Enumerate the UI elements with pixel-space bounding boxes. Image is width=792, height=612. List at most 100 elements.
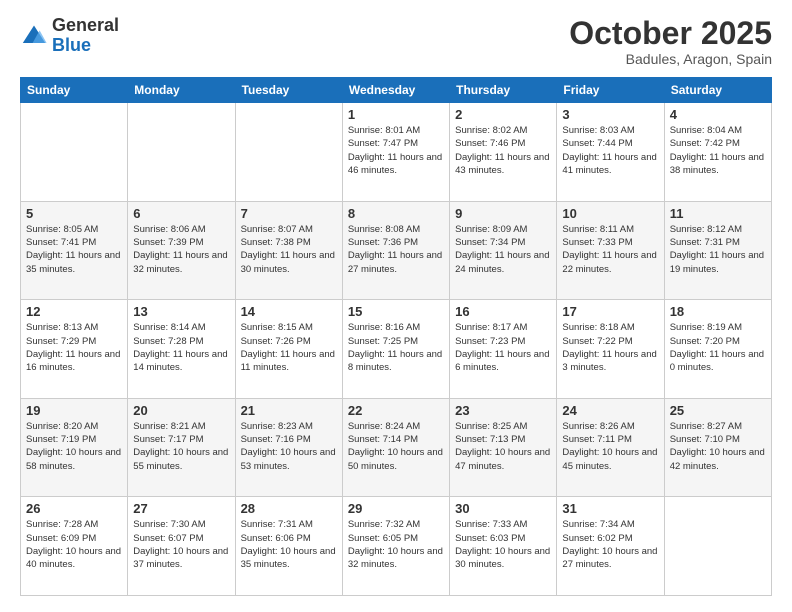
calendar-week-4: 19 Sunrise: 8:20 AM Sunset: 7:19 PM Dayli… (21, 398, 772, 497)
day-info: Sunrise: 7:33 AM Sunset: 6:03 PM Dayligh… (455, 518, 551, 571)
table-row: 29 Sunrise: 7:32 AM Sunset: 6:05 PM Dayli… (342, 497, 449, 596)
day-info: Sunrise: 8:23 AM Sunset: 7:16 PM Dayligh… (241, 420, 337, 473)
day-info: Sunrise: 8:18 AM Sunset: 7:22 PM Dayligh… (562, 321, 658, 374)
day-number: 25 (670, 403, 766, 418)
table-row (21, 103, 128, 202)
day-number: 21 (241, 403, 337, 418)
day-number: 15 (348, 304, 444, 319)
day-number: 9 (455, 206, 551, 221)
day-info: Sunrise: 8:04 AM Sunset: 7:42 PM Dayligh… (670, 124, 766, 177)
day-number: 30 (455, 501, 551, 516)
table-row (128, 103, 235, 202)
table-row: 10Sunrise: 8:11 AM Sunset: 7:33 PM Dayli… (557, 201, 664, 300)
calendar-week-3: 12Sunrise: 8:13 AM Sunset: 7:29 PM Dayli… (21, 300, 772, 399)
logo-text: General Blue (52, 16, 119, 56)
table-row: 28 Sunrise: 7:31 AM Sunset: 6:06 PM Dayli… (235, 497, 342, 596)
header-wednesday: Wednesday (342, 78, 449, 103)
logo-icon (20, 22, 48, 50)
day-info: Sunrise: 7:31 AM Sunset: 6:06 PM Dayligh… (241, 518, 337, 571)
logo-general: General (52, 15, 119, 35)
table-row: 7Sunrise: 8:07 AM Sunset: 7:38 PM Daylig… (235, 201, 342, 300)
day-number: 3 (562, 107, 658, 122)
day-number: 13 (133, 304, 229, 319)
day-number: 4 (670, 107, 766, 122)
day-info: Sunrise: 8:15 AM Sunset: 7:26 PM Dayligh… (241, 321, 337, 374)
day-info: Sunrise: 8:03 AM Sunset: 7:44 PM Dayligh… (562, 124, 658, 177)
day-number: 1 (348, 107, 444, 122)
day-number: 8 (348, 206, 444, 221)
table-row: 30 Sunrise: 7:33 AM Sunset: 6:03 PM Dayli… (450, 497, 557, 596)
day-info: Sunrise: 8:24 AM Sunset: 7:14 PM Dayligh… (348, 420, 444, 473)
calendar-subtitle: Badules, Aragon, Spain (569, 51, 772, 67)
table-row: 3 Sunrise: 8:03 AM Sunset: 7:44 PM Daylig… (557, 103, 664, 202)
table-row: 14 Sunrise: 8:15 AM Sunset: 7:26 PM Dayli… (235, 300, 342, 399)
day-info: Sunrise: 7:30 AM Sunset: 6:07 PM Dayligh… (133, 518, 229, 571)
day-info: Sunrise: 8:20 AM Sunset: 7:19 PM Dayligh… (26, 420, 122, 473)
day-number: 16 (455, 304, 551, 319)
day-info: Sunrise: 8:06 AM Sunset: 7:39 PM Dayligh… (133, 223, 229, 276)
day-number: 18 (670, 304, 766, 319)
day-info: Sunrise: 7:28 AM Sunset: 6:09 PM Dayligh… (26, 518, 122, 571)
day-info: Sunrise: 8:11 AM Sunset: 7:33 PM Dayligh… (562, 223, 658, 276)
weekday-header-row: Sunday Monday Tuesday Wednesday Thursday… (21, 78, 772, 103)
day-info: Sunrise: 8:26 AM Sunset: 7:11 PM Dayligh… (562, 420, 658, 473)
day-number: 5 (26, 206, 122, 221)
day-number: 6 (133, 206, 229, 221)
header-sunday: Sunday (21, 78, 128, 103)
table-row: 15Sunrise: 8:16 AM Sunset: 7:25 PM Dayli… (342, 300, 449, 399)
day-number: 27 (133, 501, 229, 516)
table-row: 8Sunrise: 8:08 AM Sunset: 7:36 PM Daylig… (342, 201, 449, 300)
table-row: 13 Sunrise: 8:14 AM Sunset: 7:28 PM Dayli… (128, 300, 235, 399)
day-info: Sunrise: 8:13 AM Sunset: 7:29 PM Dayligh… (26, 321, 122, 374)
header-monday: Monday (128, 78, 235, 103)
page: General Blue October 2025 Badules, Arago… (0, 0, 792, 612)
calendar-table: Sunday Monday Tuesday Wednesday Thursday… (20, 77, 772, 596)
logo: General Blue (20, 16, 119, 56)
header: General Blue October 2025 Badules, Arago… (20, 16, 772, 67)
day-info: Sunrise: 8:14 AM Sunset: 7:28 PM Dayligh… (133, 321, 229, 374)
table-row: 18 Sunrise: 8:19 AM Sunset: 7:20 PM Dayli… (664, 300, 771, 399)
table-row: 21 Sunrise: 8:23 AM Sunset: 7:16 PM Dayli… (235, 398, 342, 497)
day-number: 28 (241, 501, 337, 516)
table-row (664, 497, 771, 596)
logo-blue: Blue (52, 35, 91, 55)
table-row: 24Sunrise: 8:26 AM Sunset: 7:11 PM Dayli… (557, 398, 664, 497)
table-row: 17Sunrise: 8:18 AM Sunset: 7:22 PM Dayli… (557, 300, 664, 399)
header-tuesday: Tuesday (235, 78, 342, 103)
table-row: 31Sunrise: 7:34 AM Sunset: 6:02 PM Dayli… (557, 497, 664, 596)
title-block: October 2025 Badules, Aragon, Spain (569, 16, 772, 67)
calendar-week-1: 1 Sunrise: 8:01 AM Sunset: 7:47 PM Daylig… (21, 103, 772, 202)
day-number: 11 (670, 206, 766, 221)
table-row: 23Sunrise: 8:25 AM Sunset: 7:13 PM Dayli… (450, 398, 557, 497)
calendar-week-5: 26 Sunrise: 7:28 AM Sunset: 6:09 PM Dayli… (21, 497, 772, 596)
table-row: 4 Sunrise: 8:04 AM Sunset: 7:42 PM Daylig… (664, 103, 771, 202)
day-info: Sunrise: 8:01 AM Sunset: 7:47 PM Dayligh… (348, 124, 444, 177)
day-number: 2 (455, 107, 551, 122)
day-number: 29 (348, 501, 444, 516)
day-info: Sunrise: 8:21 AM Sunset: 7:17 PM Dayligh… (133, 420, 229, 473)
table-row: 20Sunrise: 8:21 AM Sunset: 7:17 PM Dayli… (128, 398, 235, 497)
table-row: 1 Sunrise: 8:01 AM Sunset: 7:47 PM Daylig… (342, 103, 449, 202)
table-row: 22Sunrise: 8:24 AM Sunset: 7:14 PM Dayli… (342, 398, 449, 497)
table-row: 12Sunrise: 8:13 AM Sunset: 7:29 PM Dayli… (21, 300, 128, 399)
day-number: 14 (241, 304, 337, 319)
day-number: 19 (26, 403, 122, 418)
day-number: 7 (241, 206, 337, 221)
day-info: Sunrise: 8:09 AM Sunset: 7:34 PM Dayligh… (455, 223, 551, 276)
table-row: 2Sunrise: 8:02 AM Sunset: 7:46 PM Daylig… (450, 103, 557, 202)
day-info: Sunrise: 8:17 AM Sunset: 7:23 PM Dayligh… (455, 321, 551, 374)
day-number: 31 (562, 501, 658, 516)
header-friday: Friday (557, 78, 664, 103)
day-info: Sunrise: 8:25 AM Sunset: 7:13 PM Dayligh… (455, 420, 551, 473)
day-number: 26 (26, 501, 122, 516)
calendar-title: October 2025 (569, 16, 772, 51)
day-info: Sunrise: 8:19 AM Sunset: 7:20 PM Dayligh… (670, 321, 766, 374)
header-thursday: Thursday (450, 78, 557, 103)
table-row: 5 Sunrise: 8:05 AM Sunset: 7:41 PM Daylig… (21, 201, 128, 300)
day-info: Sunrise: 7:32 AM Sunset: 6:05 PM Dayligh… (348, 518, 444, 571)
table-row: 25Sunrise: 8:27 AM Sunset: 7:10 PM Dayli… (664, 398, 771, 497)
table-row (235, 103, 342, 202)
table-row: 11Sunrise: 8:12 AM Sunset: 7:31 PM Dayli… (664, 201, 771, 300)
table-row: 26 Sunrise: 7:28 AM Sunset: 6:09 PM Dayli… (21, 497, 128, 596)
day-info: Sunrise: 8:05 AM Sunset: 7:41 PM Dayligh… (26, 223, 122, 276)
